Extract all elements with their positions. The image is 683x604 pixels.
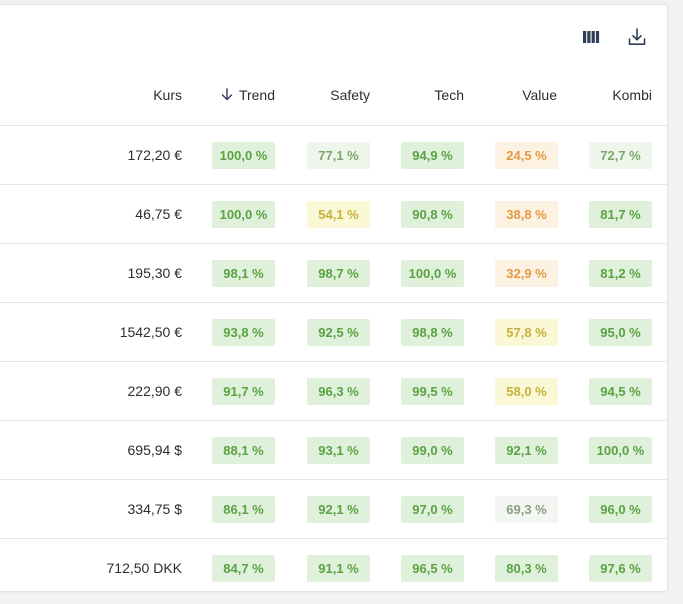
trend-score-badge: 88,1 % bbox=[212, 437, 275, 464]
trend-score-badge: 98,1 % bbox=[212, 260, 275, 287]
trend-score-badge: 100,0 % bbox=[212, 142, 275, 169]
table-row[interactable]: 172,20 € 100,0 % 77,1 % 94,9 % 24,5 % 72… bbox=[0, 126, 667, 185]
kombi-score-badge: 96,0 % bbox=[589, 496, 652, 523]
table-header: Kurs Trend Safety Tech Value Kombi bbox=[0, 63, 667, 126]
tech-score-badge: 90,8 % bbox=[401, 201, 464, 228]
kombi-score-badge: 95,0 % bbox=[589, 319, 652, 346]
kombi-score-badge: 94,5 % bbox=[589, 378, 652, 405]
kombi-score-badge: 81,7 % bbox=[589, 201, 652, 228]
table-row[interactable]: 222,90 € 91,7 % 96,3 % 99,5 % 58,0 % 94,… bbox=[0, 362, 667, 421]
price-cell: 172,20 € bbox=[127, 147, 183, 163]
safety-score-badge: 54,1 % bbox=[307, 201, 370, 228]
table-row[interactable]: 1542,50 € 93,8 % 92,5 % 98,8 % 57,8 % 95… bbox=[0, 303, 667, 362]
tech-score-badge: 99,0 % bbox=[401, 437, 464, 464]
tech-score-badge: 94,9 % bbox=[401, 142, 464, 169]
price-cell: 1542,50 € bbox=[119, 324, 182, 340]
column-header-tech-label: Tech bbox=[434, 86, 464, 103]
safety-score-badge: 96,3 % bbox=[307, 378, 370, 405]
column-header-kombi[interactable]: Kombi bbox=[612, 63, 652, 126]
column-header-kurs-label: Kurs bbox=[153, 86, 182, 103]
value-score-badge: 69,3 % bbox=[495, 496, 558, 523]
column-header-value[interactable]: Value bbox=[522, 63, 557, 126]
tech-score-badge: 98,8 % bbox=[401, 319, 464, 346]
columns-button[interactable] bbox=[579, 25, 603, 49]
table-row[interactable]: 712,50 DKK 84,7 % 91,1 % 96,5 % 80,3 % 9… bbox=[0, 539, 667, 591]
price-cell: 195,30 € bbox=[127, 265, 183, 281]
tech-score-badge: 96,5 % bbox=[401, 555, 464, 582]
price-cell: 712,50 DKK bbox=[106, 560, 183, 576]
value-score-badge: 92,1 % bbox=[495, 437, 558, 464]
safety-score-badge: 77,1 % bbox=[307, 142, 370, 169]
safety-score-badge: 91,1 % bbox=[307, 555, 370, 582]
value-score-badge: 58,0 % bbox=[495, 378, 558, 405]
kombi-score-badge: 81,2 % bbox=[589, 260, 652, 287]
kombi-score-badge: 100,0 % bbox=[589, 437, 652, 464]
safety-score-badge: 92,1 % bbox=[307, 496, 370, 523]
trend-score-badge: 93,8 % bbox=[212, 319, 275, 346]
download-icon bbox=[628, 28, 646, 45]
table-row[interactable]: 46,75 € 100,0 % 54,1 % 90,8 % 38,8 % 81,… bbox=[0, 185, 667, 244]
table-row[interactable]: 695,94 $ 88,1 % 93,1 % 99,0 % 92,1 % 100… bbox=[0, 421, 667, 480]
table-row[interactable]: 334,75 $ 86,1 % 92,1 % 97,0 % 69,3 % 96,… bbox=[0, 480, 667, 539]
value-score-badge: 80,3 % bbox=[495, 555, 558, 582]
column-header-kurs[interactable]: Kurs bbox=[153, 63, 182, 126]
table-row[interactable]: 195,30 € 98,1 % 98,7 % 100,0 % 32,9 % 81… bbox=[0, 244, 667, 303]
tech-score-badge: 99,5 % bbox=[401, 378, 464, 405]
trend-score-badge: 86,1 % bbox=[212, 496, 275, 523]
trend-score-badge: 91,7 % bbox=[212, 378, 275, 405]
price-cell: 46,75 € bbox=[135, 206, 182, 222]
safety-score-badge: 92,5 % bbox=[307, 319, 370, 346]
column-header-value-label: Value bbox=[522, 86, 557, 103]
value-score-badge: 57,8 % bbox=[495, 319, 558, 346]
column-header-kombi-label: Kombi bbox=[612, 86, 652, 103]
trend-score-badge: 100,0 % bbox=[212, 201, 275, 228]
price-cell: 222,90 € bbox=[127, 383, 183, 399]
column-header-safety[interactable]: Safety bbox=[330, 63, 370, 126]
columns-icon bbox=[583, 31, 600, 43]
value-score-badge: 38,8 % bbox=[495, 201, 558, 228]
value-score-badge: 24,5 % bbox=[495, 142, 558, 169]
column-header-safety-label: Safety bbox=[330, 86, 370, 103]
safety-score-badge: 93,1 % bbox=[307, 437, 370, 464]
column-header-tech[interactable]: Tech bbox=[434, 63, 464, 126]
price-cell: 334,75 $ bbox=[127, 501, 183, 517]
value-score-badge: 32,9 % bbox=[495, 260, 558, 287]
safety-score-badge: 98,7 % bbox=[307, 260, 370, 287]
price-cell: 695,94 $ bbox=[127, 442, 183, 458]
tech-score-badge: 97,0 % bbox=[401, 496, 464, 523]
download-button[interactable] bbox=[625, 25, 649, 49]
arrow-down-icon bbox=[221, 88, 233, 101]
stock-table-card: Kurs Trend Safety Tech Value Kombi 172,2… bbox=[0, 4, 668, 592]
kombi-score-badge: 72,7 % bbox=[589, 142, 652, 169]
column-header-trend[interactable]: Trend bbox=[221, 63, 275, 126]
tech-score-badge: 100,0 % bbox=[401, 260, 464, 287]
trend-score-badge: 84,7 % bbox=[212, 555, 275, 582]
column-header-trend-label: Trend bbox=[238, 86, 275, 103]
kombi-score-badge: 97,6 % bbox=[589, 555, 652, 582]
